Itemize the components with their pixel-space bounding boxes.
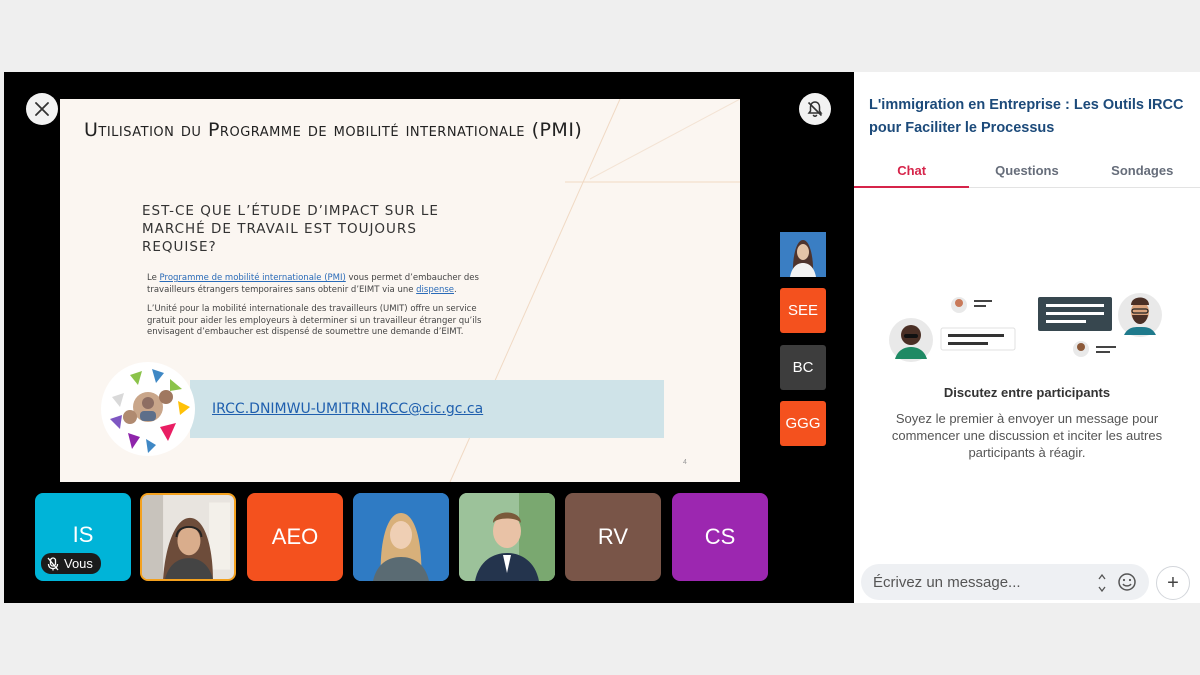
chevron-down-icon — [1098, 586, 1106, 592]
tab-questions[interactable]: Questions — [969, 156, 1084, 187]
slide-page-number: 4 — [683, 459, 687, 466]
participant-tile-self[interactable]: IS Vous — [35, 493, 131, 581]
chat-illustration-icon — [889, 293, 1162, 362]
slide-title: Utilisation du Programme de mobilité int… — [84, 119, 583, 141]
email-link[interactable]: IRCC.DNIMWU-UMITRN.IRCC@cic.gc.ca — [212, 401, 483, 417]
emoji-icon[interactable] — [1117, 572, 1137, 592]
event-title: L'immigration en Entreprise : Les Outils… — [869, 97, 1184, 136]
person-photo-woman — [780, 232, 826, 277]
bell-off-icon — [807, 101, 823, 117]
slide-paragraph-1: Le Programme de mobilité internationale … — [147, 273, 479, 295]
empty-chat-description: Soyez le premier à envoyer un message po… — [891, 411, 1163, 460]
side-panel: L'immigration en Entreprise : Les Outils… — [854, 72, 1200, 603]
person-photo-woman-headset — [142, 495, 234, 579]
participant-tile[interactable]: CS — [672, 493, 768, 581]
presentation-slide: Utilisation du Programme de mobilité int… — [60, 99, 740, 482]
slide-question: Est-ce que l’étude d’impact sur le march… — [142, 203, 439, 255]
person-photo-man — [459, 493, 555, 581]
participant-tile[interactable]: BC — [780, 345, 826, 390]
quantity-stepper[interactable] — [1098, 574, 1106, 592]
message-composer — [861, 564, 1149, 600]
message-input[interactable] — [873, 573, 1083, 591]
person-photo-woman-blonde — [353, 493, 449, 581]
participant-tile[interactable] — [459, 493, 555, 581]
participant-tile[interactable] — [353, 493, 449, 581]
dispense-link[interactable]: dispense — [416, 285, 454, 295]
collage-logo-icon — [101, 362, 195, 456]
close-icon — [35, 102, 49, 116]
tab-sondages[interactable]: Sondages — [1085, 156, 1200, 187]
participant-tile[interactable] — [140, 493, 236, 581]
participant-tile[interactable]: RV — [565, 493, 661, 581]
self-badge: Vous — [41, 553, 101, 574]
participant-tile[interactable]: SEE — [780, 288, 826, 333]
participant-tile[interactable]: GGG — [780, 401, 826, 446]
chevron-up-icon — [1098, 574, 1106, 580]
participant-tile[interactable] — [780, 232, 826, 277]
close-button[interactable] — [26, 93, 58, 125]
participant-tile[interactable]: AEO — [247, 493, 343, 581]
mic-off-icon — [47, 556, 59, 570]
video-stage: Utilisation du Programme de mobilité int… — [4, 72, 854, 603]
slide-paragraph-2: L’Unité pour la mobilité internationale … — [147, 304, 482, 337]
notifications-muted-button[interactable] — [799, 93, 831, 125]
empty-chat-title: Discutez entre participants — [943, 385, 1111, 400]
pmi-link[interactable]: Programme de mobilité internationale (PM… — [160, 273, 346, 283]
add-button[interactable]: + — [1156, 566, 1190, 600]
email-box: IRCC.DNIMWU-UMITRN.IRCC@cic.gc.ca — [190, 380, 664, 438]
panel-tabs: Chat Questions Sondages — [854, 156, 1200, 188]
tab-chat[interactable]: Chat — [854, 156, 970, 188]
